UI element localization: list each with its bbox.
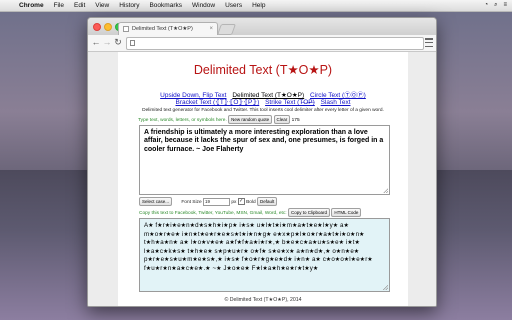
list-icon[interactable]: ≡ [503,0,507,11]
menu-view[interactable]: View [90,0,114,11]
page-title: Delimited Text (T★O★P) [193,63,333,77]
resize-handle-icon[interactable] [383,188,388,193]
default-button[interactable]: Default [257,197,278,206]
clear-button[interactable]: Clear [273,115,291,124]
link-bracket-text[interactable]: Bracket Text (⦃T⦄⦃O⦄⦃P⦄) [176,99,260,106]
input-prompt-row: Type text, words, letters, or symbols he… [138,115,398,124]
close-window-icon[interactable] [93,23,101,31]
minimize-window-icon[interactable] [104,23,112,31]
font-size-input[interactable]: 19 [202,197,230,206]
mac-menubar: Chrome File Edit View History Bookmarks … [0,0,512,12]
link-slash-text[interactable]: Slash Text [321,99,351,106]
tool-description: Delimited text generator for Facebook an… [142,108,384,113]
menu-file[interactable]: File [49,0,69,11]
menu-bookmarks[interactable]: Bookmarks [144,0,187,11]
page-viewport: Delimited Text (T★O★P) Upside Down, Flip… [88,52,436,306]
browser-window: Delimited Text (T★O★P) × ← → ↻ Delimited… [87,17,437,307]
resize-handle-icon[interactable] [383,285,388,290]
new-tab-button[interactable] [216,24,237,35]
menu-edit[interactable]: Edit [69,0,90,11]
menu-users[interactable]: Users [220,0,247,11]
tab-strip: Delimited Text (T★O★P) × [88,18,436,36]
back-arrow-icon[interactable]: ← [91,37,101,48]
forward-arrow-icon[interactable]: → [102,37,112,48]
input-textarea[interactable]: A friendship is ultimately a more intere… [139,125,390,195]
output-text: A★ f★r★i★e★n★d★s★h★i★p★ i★s★ u★l★t★i★m★a… [144,222,373,272]
chrome-menu-icon[interactable] [425,38,433,47]
select-case-dropdown[interactable]: Select case... [139,197,173,206]
font-size-unit: px [231,199,237,205]
output-textarea[interactable]: A★ f★r★i★e★n★d★s★h★i★p★ i★s★ u★l★t★i★m★a… [139,218,390,292]
input-prompt: Type text, words, letters, or symbols he… [138,117,227,123]
font-size-label: Font Size [181,199,202,205]
menu-help[interactable]: Help [247,0,270,11]
address-bar[interactable] [126,37,424,50]
format-controls-row: Select case... Font Size 19 px ✓ Bold De… [139,197,390,206]
menubar-status-area: ◔ ⌕ ≡ [484,0,512,11]
menu-app-name[interactable]: Chrome [14,0,49,11]
browser-tab[interactable]: Delimited Text (T★O★P) × [118,22,218,36]
new-random-quote-button[interactable]: New random quote [228,115,273,124]
apple-icon[interactable] [0,0,14,11]
nav-links-row2: Bracket Text (⦃T⦄⦃O⦄⦃P⦄) Strike Text (T̶… [118,98,408,106]
page-icon [130,40,135,46]
link-strike-text[interactable]: Strike Text (T̶O̶P̶) [265,99,315,106]
page-favicon-icon [123,26,129,32]
menu-window[interactable]: Window [187,0,220,11]
menu-history[interactable]: History [114,0,144,11]
wifi-icon[interactable]: ◔ [484,0,488,11]
copy-prompt-row: Copy this text to Facebook, Twitter, You… [139,208,390,217]
reload-icon[interactable]: ↻ [113,37,123,48]
input-text: A friendship is ultimately a more intere… [144,129,384,153]
bold-checkbox[interactable]: ✓ [237,198,245,205]
bold-label: Bold [246,199,256,205]
html-code-button[interactable]: HTML Code [331,208,362,217]
browser-toolbar: ← → ↻ [88,35,436,52]
character-count: 175 [291,117,300,123]
page-body: Delimited Text (T★O★P) Upside Down, Flip… [118,52,408,306]
page-footer: © Delimited Text (T★O★P), 2014 [224,297,302,303]
copy-to-clipboard-button[interactable]: Copy to Clipboard [287,208,330,217]
search-icon[interactable]: ⌕ [494,0,497,11]
copy-prompt: Copy this text to Facebook, Twitter, You… [139,210,287,216]
